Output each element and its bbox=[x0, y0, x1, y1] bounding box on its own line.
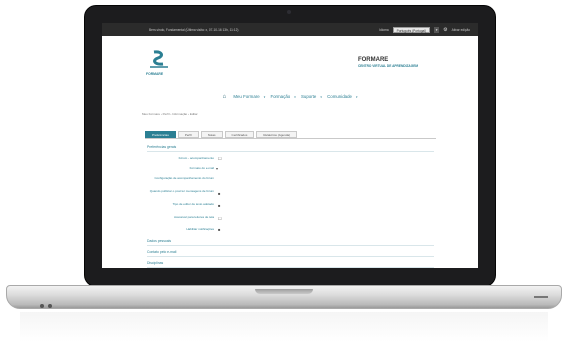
breadcrumb: Meu Formare › Perfil › Informação › Edit… bbox=[142, 112, 198, 116]
top-bar: Bem-vindo, Fundamental (Última visita: x… bbox=[102, 23, 478, 36]
tabs-divider bbox=[145, 138, 436, 139]
chevron-down-icon: ▾ bbox=[263, 95, 266, 99]
chevron-down-icon: ▾ bbox=[320, 95, 322, 99]
edit-mode-link[interactable]: Ativar edição bbox=[452, 28, 470, 32]
section-personal-data[interactable]: Dados pessoais bbox=[147, 239, 434, 246]
field-label: Fórum - acompanhamento bbox=[178, 156, 214, 160]
tab-certificates[interactable]: Certificados bbox=[224, 131, 255, 138]
field-checkbox[interactable]: ☐ bbox=[218, 216, 222, 221]
brand-subtitle: CENTRO VIRTUAL DE APRENDIZAGEM bbox=[357, 64, 418, 68]
laptop-notch bbox=[255, 289, 313, 294]
reflection bbox=[20, 312, 548, 342]
field-select[interactable]: ■ bbox=[218, 191, 220, 196]
section-courses[interactable]: Disciplinas bbox=[147, 261, 434, 268]
menu-item-meu-formare[interactable]: Meu Formare bbox=[233, 94, 259, 99]
home-icon[interactable]: ⌂ bbox=[222, 94, 226, 100]
language-select[interactable]: Português (Portugal) bbox=[392, 26, 431, 33]
logo-text: FORMARE bbox=[146, 72, 164, 76]
main-menu: ⌂ Meu Formare ▾ Formação ▾ Suporte ▾ Comuni… bbox=[102, 94, 478, 100]
profile-tabs: Preferências Perfil Notas Certificados R… bbox=[145, 131, 298, 138]
tab-preferences[interactable]: Preferências bbox=[145, 131, 176, 138]
brand-title: FORMARE bbox=[357, 57, 389, 63]
field-label: Tipo de editor de texto adotado bbox=[172, 202, 214, 206]
section-email-contact[interactable]: Contato pelo e-mail bbox=[147, 250, 434, 257]
field-label: Acessível para leitores de tela bbox=[173, 215, 214, 219]
menu-item-comunidade[interactable]: Comunidade bbox=[327, 94, 352, 99]
status-lights bbox=[40, 295, 56, 313]
field-select[interactable]: ▾ bbox=[216, 166, 218, 171]
field-checkbox[interactable]: ☐ bbox=[218, 156, 222, 161]
user-status: Bem-vindo, Fundamental (Última visita: x… bbox=[149, 27, 239, 32]
chevron-down-icon: ▾ bbox=[294, 95, 296, 99]
brand-block: FORMARE CENTRO VIRTUAL DE APRENDIZAGEM bbox=[358, 57, 418, 68]
field-label: Quando publicar o post ler mensagens de … bbox=[149, 189, 214, 193]
formare-logo-icon[interactable] bbox=[148, 49, 170, 71]
field-select[interactable]: ■ bbox=[218, 203, 220, 208]
menu-item-formacao[interactable]: Formação bbox=[270, 94, 290, 99]
tab-grades[interactable]: Notas bbox=[200, 131, 223, 138]
laptop-slot bbox=[534, 296, 548, 298]
field-select[interactable]: ■ bbox=[218, 227, 220, 232]
section-general-preferences[interactable]: Preferências gerais bbox=[147, 145, 434, 152]
field-label: Formato do e-mail bbox=[189, 166, 214, 170]
gear-icon[interactable]: ⚙ bbox=[443, 27, 447, 33]
camera-icon bbox=[287, 10, 291, 14]
field-label: Configuração de acompanhamento do fórum bbox=[154, 176, 214, 180]
chevron-down-icon[interactable]: ▼ bbox=[434, 26, 440, 33]
tab-profile[interactable]: Perfil bbox=[177, 131, 199, 138]
laptop-screen: Bem-vindo, Fundamental (Última visita: x… bbox=[102, 23, 478, 268]
tab-reports[interactable]: Relatórios (Agenda) bbox=[256, 131, 298, 138]
chevron-down-icon: ▾ bbox=[356, 95, 358, 99]
menu-item-suporte[interactable]: Suporte bbox=[301, 94, 316, 99]
language-label: Idioma bbox=[379, 27, 389, 32]
field-label: Habilitar notificações bbox=[186, 227, 214, 231]
